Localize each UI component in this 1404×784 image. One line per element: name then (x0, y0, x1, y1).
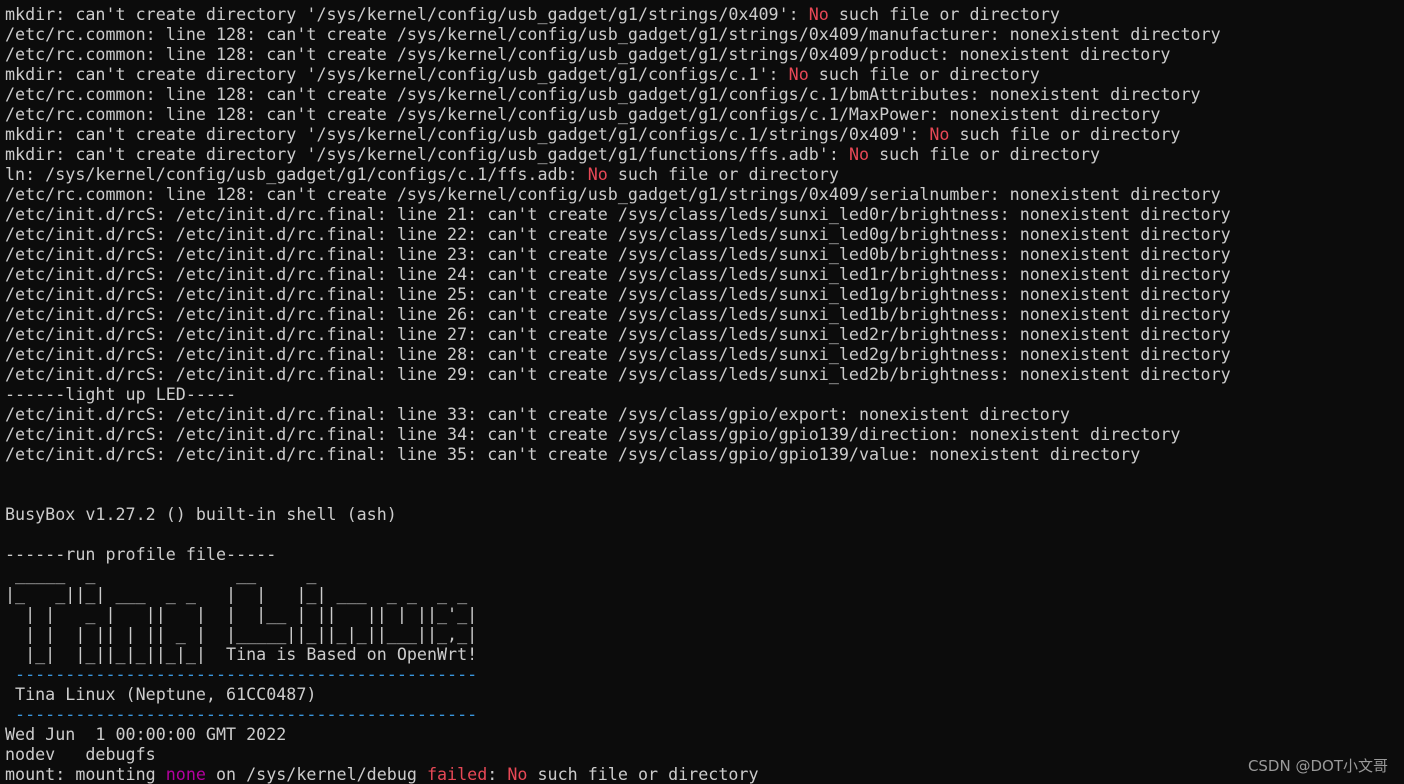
terminal-text-segment: such file or directory (828, 4, 1060, 24)
csdn-watermark: CSDN @DOT小文哥 (1247, 757, 1388, 775)
terminal-line: nodev debugfs (5, 744, 1404, 764)
terminal-text-segment: /etc/init.d/rcS: /etc/init.d/rc.final: l… (5, 224, 1231, 244)
terminal-line: |_ _||_| ___ _ _ | | |_| ___ _ _ _ _ (5, 584, 1404, 604)
terminal-line: /etc/rc.common: line 128: can't create /… (5, 104, 1404, 124)
terminal-text-segment: |_ _||_| ___ _ _ | | |_| ___ _ _ _ _ (5, 584, 468, 604)
terminal-line: /etc/init.d/rcS: /etc/init.d/rc.final: l… (5, 244, 1404, 264)
terminal-line: mkdir: can't create directory '/sys/kern… (5, 4, 1404, 24)
terminal-text-segment: /etc/rc.common: line 128: can't create /… (5, 184, 1221, 204)
terminal-text-segment: |_| |_||_|_||_|_| Tina is Based on OpenW… (5, 644, 478, 664)
terminal-text-segment: /etc/rc.common: line 128: can't create /… (5, 24, 1221, 44)
terminal-text-segment: /etc/init.d/rcS: /etc/init.d/rc.final: l… (5, 244, 1231, 264)
terminal-line: /etc/init.d/rcS: /etc/init.d/rc.final: l… (5, 344, 1404, 364)
terminal-text-segment: such file or directory (869, 144, 1101, 164)
terminal-text-segment: /etc/init.d/rcS: /etc/init.d/rc.final: l… (5, 324, 1231, 344)
terminal-line: ------run profile file----- (5, 544, 1404, 564)
terminal-line: mount: mounting none on /sys/kernel/debu… (5, 764, 1404, 784)
terminal-line: BusyBox v1.27.2 () built-in shell (ash) (5, 504, 1404, 524)
terminal-line: | | | || | || _ | |_____||_||_|_||___||_… (5, 624, 1404, 644)
terminal-line: /etc/init.d/rcS: /etc/init.d/rc.final: l… (5, 264, 1404, 284)
terminal-line: /etc/init.d/rcS: /etc/init.d/rc.final: l… (5, 204, 1404, 224)
terminal-text-segment: such file or directory (527, 764, 759, 784)
terminal-text-segment: /etc/init.d/rcS: /etc/init.d/rc.final: l… (5, 204, 1231, 224)
terminal-line: _____ _ __ _ (5, 564, 1404, 584)
terminal-text-segment: No (848, 144, 870, 164)
terminal-text-segment: /etc/init.d/rcS: /etc/init.d/rc.final: l… (5, 304, 1231, 324)
terminal-line: /etc/init.d/rcS: /etc/init.d/rc.final: l… (5, 324, 1404, 344)
terminal-text-segment: on /sys/kernel/debug (205, 764, 427, 784)
terminal-text-segment: such file or directory (949, 124, 1181, 144)
terminal-line: ln: /sys/kernel/config/usb_gadget/g1/con… (5, 164, 1404, 184)
terminal-line: /etc/init.d/rcS: /etc/init.d/rc.final: l… (5, 284, 1404, 304)
terminal-text-segment: none (165, 764, 206, 784)
terminal-line: /etc/rc.common: line 128: can't create /… (5, 184, 1404, 204)
terminal-text-segment: No (808, 4, 829, 24)
terminal-line: /etc/init.d/rcS: /etc/init.d/rc.final: l… (5, 424, 1404, 444)
terminal-line: | | _ | || | | |__ | || || | ||_'_| (5, 604, 1404, 624)
terminal-text-segment: | | | || | || _ | |_____||_||_|_||___||_… (5, 624, 478, 644)
terminal-text-segment: nodev debugfs (5, 744, 156, 764)
terminal-text-segment: | | _ | || | | |__ | || || | ||_'_| (5, 604, 478, 624)
terminal-text-segment: No (788, 64, 809, 84)
terminal-line: mkdir: can't create directory '/sys/kern… (5, 144, 1404, 164)
terminal-line: |_| |_||_|_||_|_| Tina is Based on OpenW… (5, 644, 1404, 664)
terminal-text-segment: failed (426, 764, 488, 784)
terminal-text-segment: mkdir: can't create directory '/sys/kern… (5, 144, 849, 164)
terminal-text-segment: mkdir: can't create directory '/sys/kern… (5, 64, 789, 84)
terminal-text-segment: /etc/init.d/rcS: /etc/init.d/rc.final: l… (5, 264, 1231, 284)
terminal-text-segment: /etc/init.d/rcS: /etc/init.d/rc.final: l… (5, 444, 1141, 464)
terminal-line: /etc/rc.common: line 128: can't create /… (5, 84, 1404, 104)
terminal-text-segment: No (587, 164, 608, 184)
terminal-text-segment: ----------------------------------------… (5, 664, 478, 684)
terminal-text-segment: Tina Linux (Neptune, 61CC0487) (5, 684, 317, 704)
terminal-text-segment: such file or directory (607, 164, 839, 184)
terminal-line: /etc/init.d/rcS: /etc/init.d/rc.final: l… (5, 224, 1404, 244)
terminal-text-segment: ----------------------------------------… (5, 704, 478, 724)
terminal-line: Tina Linux (Neptune, 61CC0487) (5, 684, 1404, 704)
terminal-line: /etc/init.d/rcS: /etc/init.d/rc.final: l… (5, 304, 1404, 324)
terminal-line: ----------------------------------------… (5, 664, 1404, 684)
terminal-text-segment: ------light up LED----- (5, 384, 237, 404)
terminal-text-segment: _____ _ __ _ (5, 564, 317, 584)
terminal-text-segment: /etc/init.d/rcS: /etc/init.d/rc.final: l… (5, 344, 1231, 364)
terminal-text-segment: mount: mounting (5, 764, 166, 784)
terminal-text-segment: No (507, 764, 528, 784)
terminal-line: ----------------------------------------… (5, 704, 1404, 724)
terminal-line: Wed Jun 1 00:00:00 GMT 2022 (5, 724, 1404, 744)
terminal-text-segment: /etc/init.d/rcS: /etc/init.d/rc.final: l… (5, 284, 1231, 304)
terminal-text-segment: /etc/rc.common: line 128: can't create /… (5, 84, 1201, 104)
terminal-line: /etc/init.d/rcS: /etc/init.d/rc.final: l… (5, 364, 1404, 384)
terminal-text-segment: /etc/rc.common: line 128: can't create /… (5, 104, 1161, 124)
terminal-text-segment: such file or directory (808, 64, 1040, 84)
terminal-line: /etc/init.d/rcS: /etc/init.d/rc.final: l… (5, 404, 1404, 424)
terminal-line: mkdir: can't create directory '/sys/kern… (5, 124, 1404, 144)
terminal-line: /etc/rc.common: line 128: can't create /… (5, 44, 1404, 64)
terminal-text-segment: /etc/init.d/rcS: /etc/init.d/rc.final: l… (5, 364, 1231, 384)
terminal-text-segment: ------run profile file----- (5, 544, 277, 564)
terminal-text-segment: : (487, 764, 508, 784)
terminal-text-segment: ln: /sys/kernel/config/usb_gadget/g1/con… (5, 164, 588, 184)
terminal-text-segment: BusyBox v1.27.2 () built-in shell (ash) (5, 504, 397, 524)
terminal-text-segment: No (929, 124, 950, 144)
terminal-text-segment: Wed Jun 1 00:00:00 GMT 2022 (5, 724, 287, 744)
terminal-line: /etc/rc.common: line 128: can't create /… (5, 24, 1404, 44)
terminal-text-segment: /etc/rc.common: line 128: can't create /… (5, 44, 1171, 64)
terminal-text-segment: /etc/init.d/rcS: /etc/init.d/rc.final: l… (5, 424, 1181, 444)
terminal-text-segment: /etc/init.d/rcS: /etc/init.d/rc.final: l… (5, 404, 1070, 424)
terminal-line: /etc/init.d/rcS: /etc/init.d/rc.final: l… (5, 444, 1404, 464)
terminal-text-segment: mkdir: can't create directory '/sys/kern… (5, 4, 809, 24)
terminal-line: mkdir: can't create directory '/sys/kern… (5, 64, 1404, 84)
terminal-output[interactable]: mkdir: can't create directory '/sys/kern… (5, 4, 1404, 784)
terminal-text-segment: mkdir: can't create directory '/sys/kern… (5, 124, 930, 144)
terminal-line: ------light up LED----- (5, 384, 1404, 404)
